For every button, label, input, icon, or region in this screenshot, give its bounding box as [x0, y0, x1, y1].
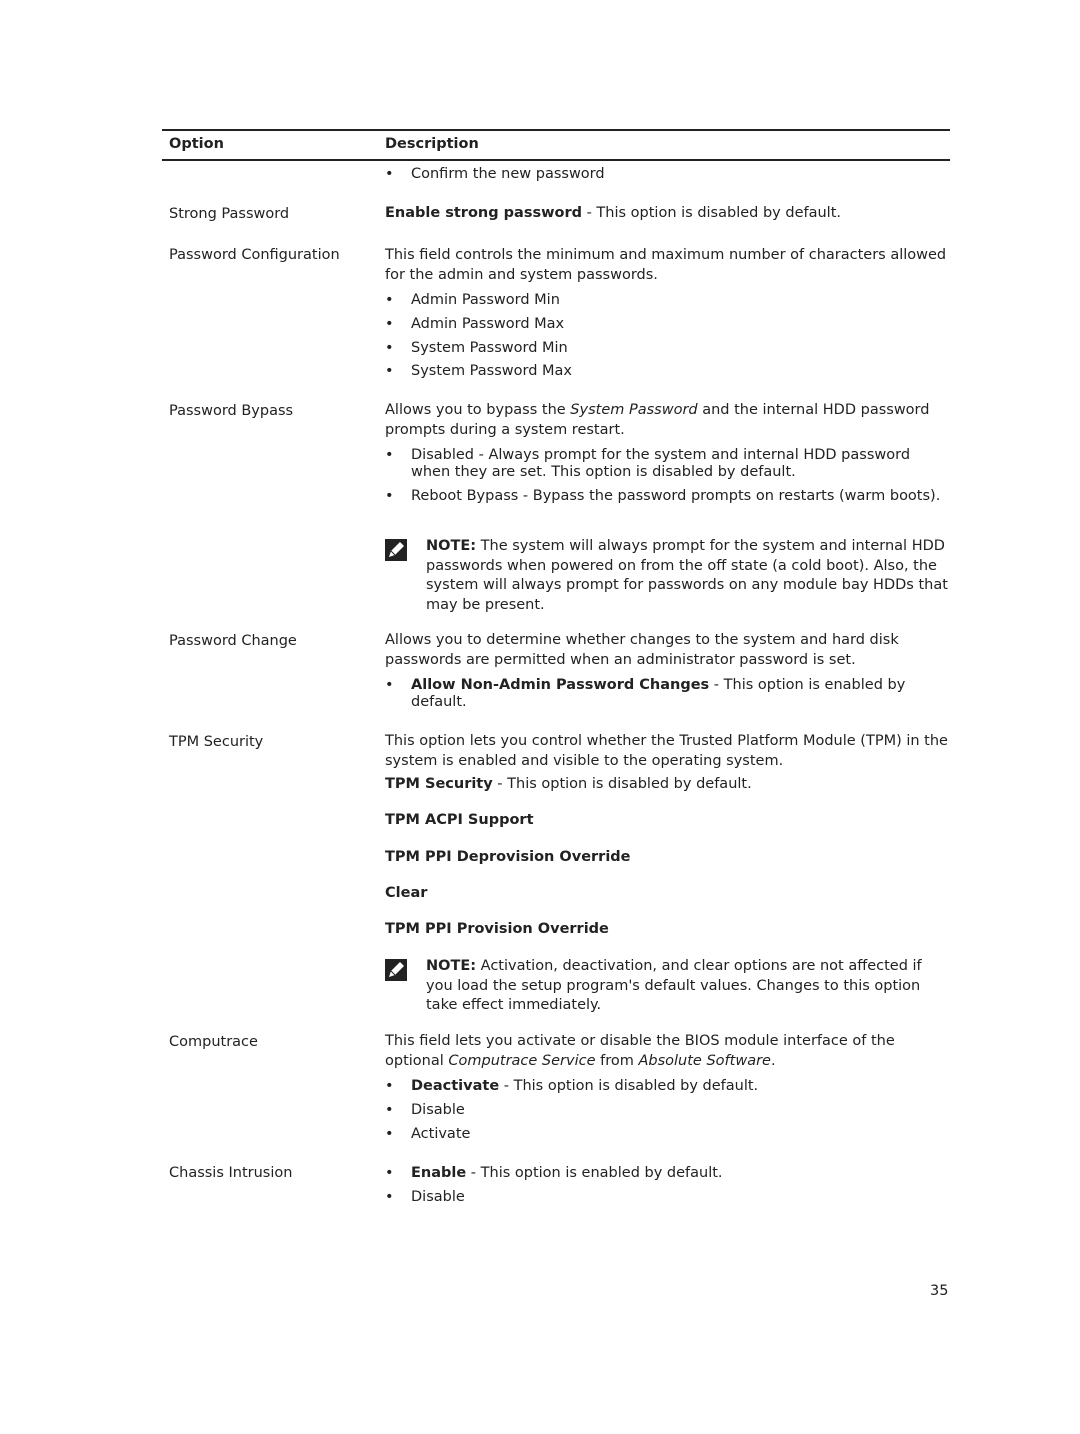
- desc-strong-password: Enable strong password - This option is …: [385, 205, 841, 221]
- tpm-security-default: TPM Security - This option is disabled b…: [385, 776, 752, 792]
- bullet-item: • Disabled - Always prompt for the system…: [385, 447, 911, 480]
- pencil-note-icon: [385, 539, 407, 561]
- option-tpm-security: TPM Security: [169, 734, 264, 750]
- desc-tpm-security: This option lets you control whether the…: [385, 733, 948, 769]
- note-block: NOTE: Activation, deactivation, and clea…: [385, 957, 950, 1016]
- option-password-change: Password Change: [169, 633, 297, 649]
- bullet-item: • Deactivate - This option is disabled by…: [385, 1078, 759, 1094]
- note-block: NOTE: The system will always prompt for …: [385, 537, 950, 615]
- tpm-item: TPM PPI Deprovision Override: [385, 849, 631, 865]
- options-table: Option Description: [162, 129, 950, 161]
- option-password-bypass: Password Bypass: [169, 403, 294, 419]
- desc-password-bypass: Allows you to bypass the System Password…: [385, 402, 930, 438]
- desc-password-configuration: This field controls the minimum and maxi…: [385, 247, 947, 283]
- option-computrace: Computrace: [169, 1034, 258, 1050]
- bullet-item: • Disable: [385, 1189, 465, 1205]
- bullet-item: • Admin Password Min: [385, 292, 560, 308]
- bullet-item: • Admin Password Max: [385, 316, 565, 332]
- desc-computrace: This field lets you activate or disable …: [385, 1033, 895, 1069]
- pencil-note-icon: [385, 959, 407, 981]
- bullet-item: • Confirm the new password: [385, 166, 605, 182]
- tpm-item: TPM ACPI Support: [385, 812, 534, 828]
- bullet-item: • Enable - This option is enabled by defa…: [385, 1165, 723, 1181]
- bullet-item: • Activate: [385, 1126, 471, 1142]
- bullet-item: • System Password Min: [385, 340, 568, 356]
- bullet-item: • Reboot Bypass - Bypass the password pro…: [385, 488, 941, 504]
- page-number: 35: [930, 1283, 949, 1299]
- desc-password-change: Allows you to determine whether changes …: [385, 632, 899, 668]
- option-chassis-intrusion: Chassis Intrusion: [169, 1165, 293, 1181]
- option-strong-password: Strong Password: [169, 206, 290, 222]
- bullet-item: • Disable: [385, 1102, 465, 1118]
- table-header: Option Description: [162, 129, 950, 161]
- tpm-item: Clear: [385, 885, 428, 901]
- bullet-item: • System Password Max: [385, 363, 572, 379]
- tpm-item: TPM PPI Provision Override: [385, 921, 609, 937]
- option-password-configuration: Password Configuration: [169, 247, 340, 263]
- header-option: Option: [169, 136, 224, 152]
- bullet-item: • Allow Non-Admin Password Changes - This…: [385, 677, 906, 710]
- header-description: Description: [385, 136, 479, 152]
